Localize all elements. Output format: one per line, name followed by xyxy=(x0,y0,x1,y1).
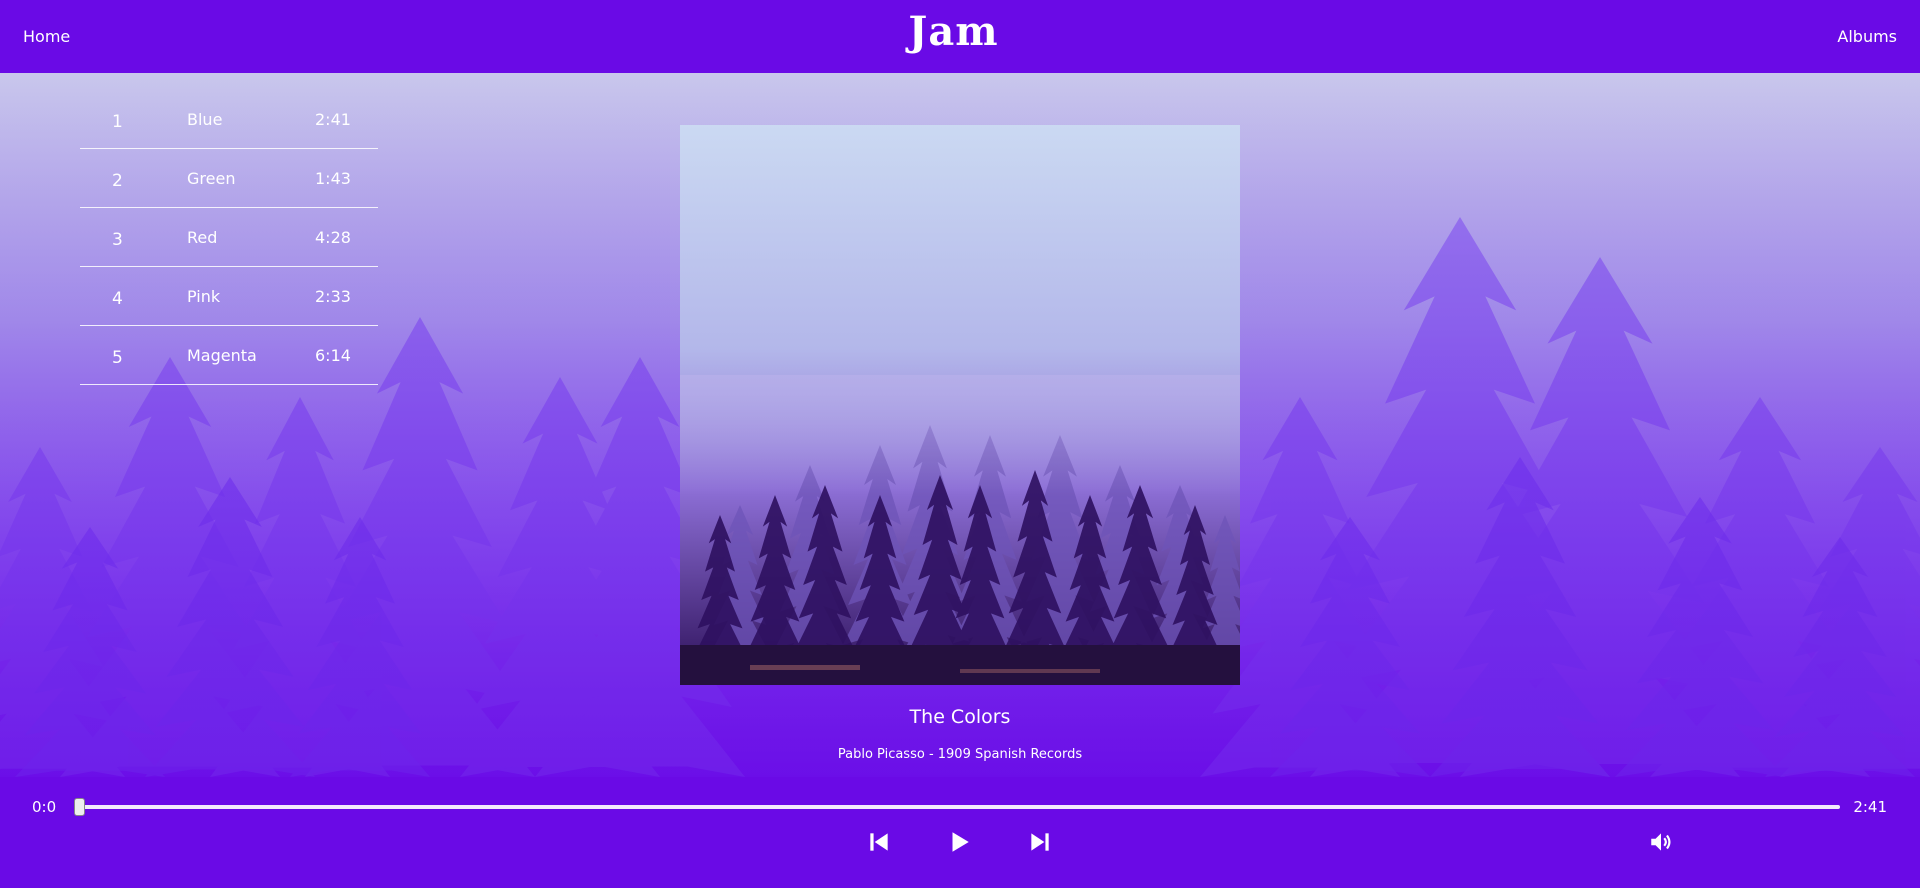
track-row[interactable]: 3 Red 4:28 xyxy=(80,208,378,267)
total-time: 2:41 xyxy=(1853,798,1887,816)
next-button[interactable] xyxy=(1027,829,1053,855)
volume-button[interactable] xyxy=(1648,829,1672,855)
track-number: 2 xyxy=(112,171,123,191)
album-cover-image xyxy=(680,125,1240,685)
track-title: Pink xyxy=(187,287,221,306)
track-row[interactable]: 2 Green 1:43 xyxy=(80,149,378,208)
jam-logo: Jam xyxy=(908,8,999,55)
nav-albums-link[interactable]: Albums xyxy=(1837,27,1897,46)
play-icon xyxy=(952,832,969,852)
track-number: 5 xyxy=(112,348,123,368)
player-bar: 0:0 2:41 xyxy=(0,777,1920,888)
track-duration: 6:14 xyxy=(315,346,351,365)
current-time: 0:0 xyxy=(32,798,57,816)
album-title: The Colors xyxy=(909,706,1011,728)
track-number: 4 xyxy=(112,289,123,309)
track-row[interactable]: 1 Blue 2:41 xyxy=(80,90,378,149)
skip-previous-icon xyxy=(870,833,888,851)
track-duration: 2:41 xyxy=(315,110,351,129)
seek-bar[interactable] xyxy=(74,798,1840,816)
track-duration: 4:28 xyxy=(315,228,351,247)
track-list: 1 Blue 2:41 2 Green 1:43 3 Red 4:28 4 Pi… xyxy=(80,90,378,385)
track-duration: 1:43 xyxy=(315,169,351,188)
album-subtitle: Pablo Picasso - 1909 Spanish Records xyxy=(837,747,1083,762)
play-button[interactable] xyxy=(946,829,972,855)
skip-next-icon xyxy=(1031,833,1049,851)
track-title: Red xyxy=(187,228,218,247)
previous-button[interactable] xyxy=(866,829,892,855)
track-row[interactable]: 5 Magenta 6:14 xyxy=(80,326,378,385)
top-header: Home Jam Albums xyxy=(0,0,1920,73)
track-number: 3 xyxy=(112,230,123,250)
track-title: Blue xyxy=(187,110,223,129)
track-title: Magenta xyxy=(187,346,257,365)
seek-thumb[interactable] xyxy=(74,798,85,816)
track-number: 1 xyxy=(112,112,123,132)
track-row[interactable]: 4 Pink 2:33 xyxy=(80,267,378,326)
volume-icon xyxy=(1651,833,1671,851)
track-duration: 2:33 xyxy=(315,287,351,306)
track-title: Green xyxy=(187,169,236,188)
